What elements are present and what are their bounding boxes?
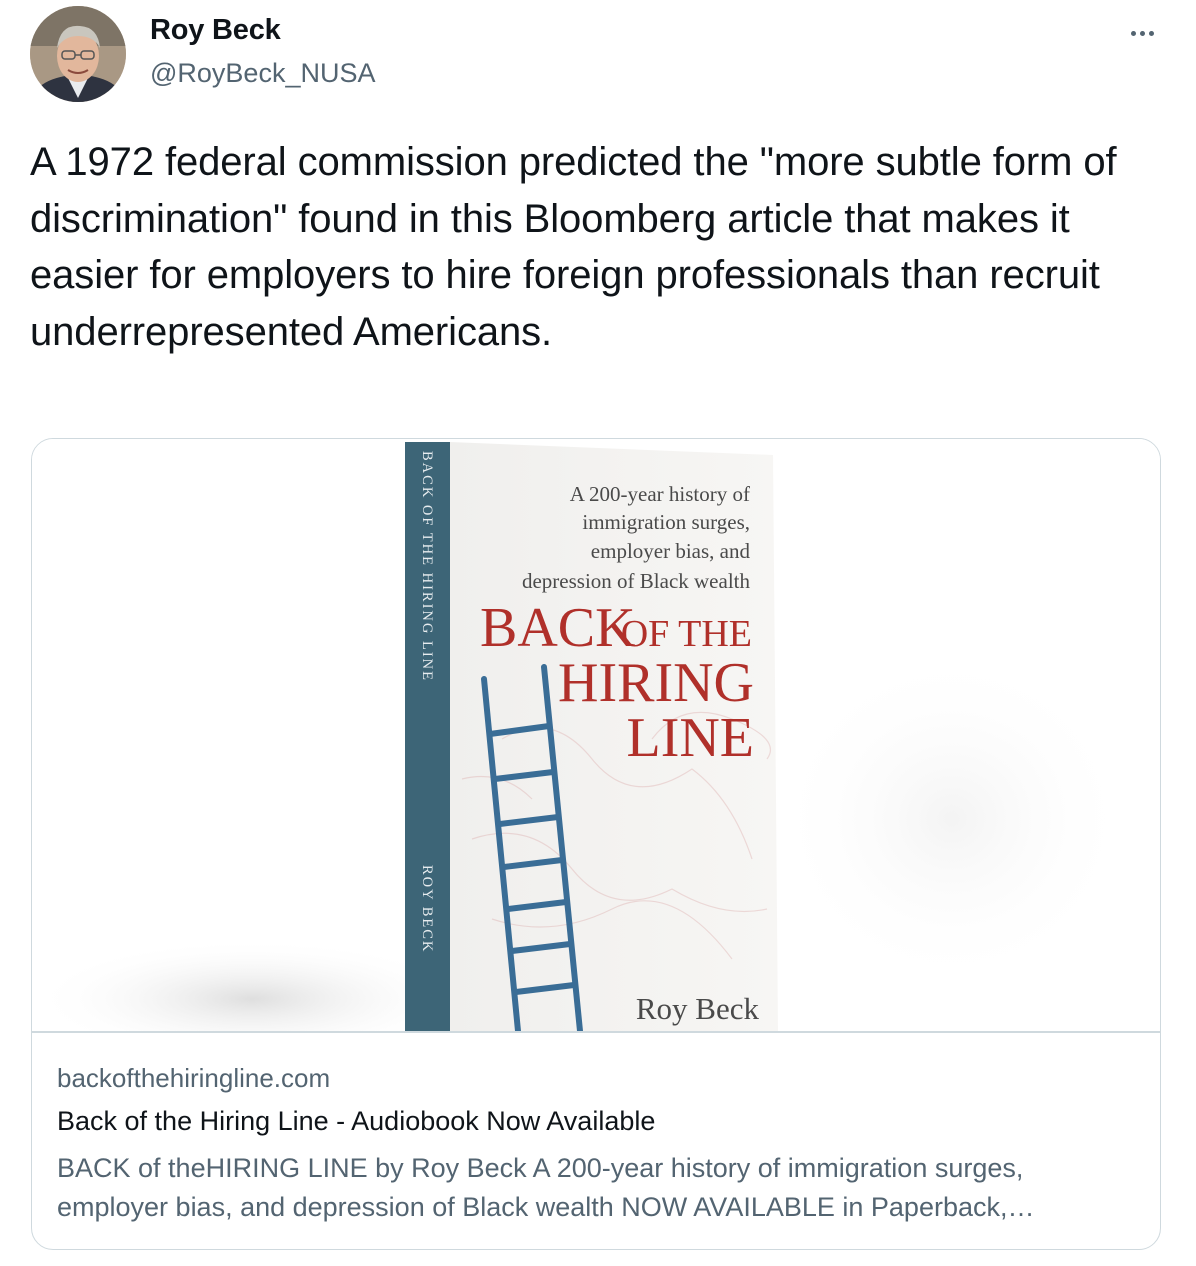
spine-author: ROY BECK (419, 865, 435, 953)
cover-subtitle-line: A 200-year history of (570, 482, 750, 506)
book-cover-image: BACK OF THE HIRING LINE ROY BECK A 200-y… (32, 442, 1132, 1031)
cover-title-hiring: HIRING (558, 652, 754, 714)
cover-title-of-the: OF THE (621, 613, 752, 655)
cover-subtitle-line: immigration surges, (582, 510, 750, 534)
card-description: BACK of theHIRING LINE by Roy Beck A 200… (57, 1153, 1035, 1222)
card-title: Back of the Hiring Line - Audiobook Now … (57, 1106, 656, 1136)
cover-subtitle-line: employer bias, and (591, 539, 751, 563)
cover-subtitle-line: depression of Black wealth (522, 569, 751, 593)
cover-author: Roy Beck (636, 991, 760, 1026)
avatar[interactable] (30, 6, 126, 102)
spine-title: BACK OF THE HIRING LINE (419, 451, 435, 682)
tweet: Roy Beck @RoyBeck_NUSA A 1972 federal co… (0, 0, 1196, 1266)
card-divider (32, 1031, 1160, 1033)
card-image: BACK OF THE HIRING LINE ROY BECK A 200-y… (32, 439, 1160, 1031)
book-shadow-right (772, 649, 1132, 989)
link-card[interactable]: BACK OF THE HIRING LINE ROY BECK A 200-y… (31, 438, 1161, 1250)
more-horizontal-icon[interactable] (1120, 18, 1164, 48)
author-name[interactable]: Roy Beck (150, 14, 281, 47)
cover-title-line: LINE (626, 707, 754, 769)
author-handle[interactable]: @RoyBeck_NUSA (150, 58, 375, 89)
cover-title-back: BACK (480, 597, 636, 659)
tweet-text: A 1972 federal commission predicted the … (30, 140, 1117, 354)
avatar-photo (30, 6, 126, 102)
card-domain: backofthehiringline.com (57, 1063, 331, 1093)
